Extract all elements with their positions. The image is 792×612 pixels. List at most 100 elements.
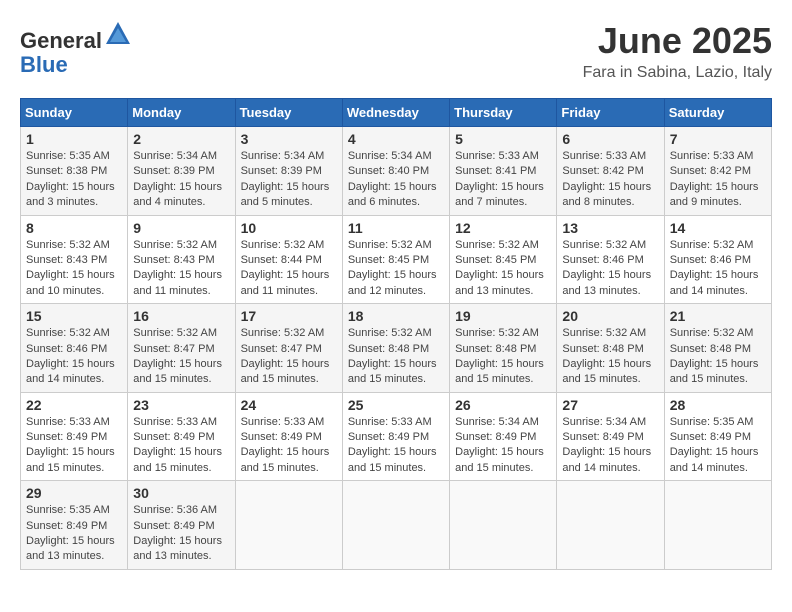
table-row: 24 Sunrise: 5:33 AMSunset: 8:49 PMDayligh…	[235, 392, 342, 481]
table-row: 18 Sunrise: 5:32 AMSunset: 8:48 PMDayligh…	[342, 304, 449, 393]
table-row: 21 Sunrise: 5:32 AMSunset: 8:48 PMDayligh…	[664, 304, 771, 393]
day-number: 18	[348, 308, 444, 324]
col-saturday: Saturday	[664, 99, 771, 127]
day-number: 7	[670, 131, 766, 147]
col-monday: Monday	[128, 99, 235, 127]
table-row: 15 Sunrise: 5:32 AMSunset: 8:46 PMDayligh…	[21, 304, 128, 393]
table-row: 23 Sunrise: 5:33 AMSunset: 8:49 PMDayligh…	[128, 392, 235, 481]
day-number: 16	[133, 308, 229, 324]
day-info: Sunrise: 5:34 AMSunset: 8:49 PMDaylight:…	[455, 415, 551, 477]
table-row: 14 Sunrise: 5:32 AMSunset: 8:46 PMDayligh…	[664, 215, 771, 304]
day-info: Sunrise: 5:34 AMSunset: 8:40 PMDaylight:…	[348, 149, 444, 211]
day-info: Sunrise: 5:33 AMSunset: 8:49 PMDaylight:…	[241, 415, 337, 477]
day-number: 12	[455, 220, 551, 236]
table-row: 8Sunrise: 5:32 AMSunset: 8:43 PMDaylight…	[21, 215, 128, 304]
col-thursday: Thursday	[450, 99, 557, 127]
day-number: 1	[26, 131, 122, 147]
day-info: Sunrise: 5:34 AMSunset: 8:49 PMDaylight:…	[562, 415, 658, 477]
table-row: 7 Sunrise: 5:33 AMSunset: 8:42 PMDaylight…	[664, 127, 771, 216]
day-number: 25	[348, 397, 444, 413]
day-info: Sunrise: 5:32 AMSunset: 8:46 PMDaylight:…	[670, 238, 766, 300]
logo: General Blue	[20, 20, 132, 77]
col-friday: Friday	[557, 99, 664, 127]
col-tuesday: Tuesday	[235, 99, 342, 127]
col-sunday: Sunday	[21, 99, 128, 127]
calendar-week-row: 1 Sunrise: 5:35 AMSunset: 8:38 PMDaylight…	[21, 127, 772, 216]
day-info: Sunrise: 5:32 AMSunset: 8:48 PMDaylight:…	[670, 326, 766, 388]
logo-blue-text: Blue	[20, 52, 68, 77]
calendar-week-row: 22Sunrise: 5:33 AMSunset: 8:49 PMDayligh…	[21, 392, 772, 481]
table-row	[557, 481, 664, 570]
day-number: 5	[455, 131, 551, 147]
table-row	[342, 481, 449, 570]
table-row: 4Sunrise: 5:34 AMSunset: 8:40 PMDaylight…	[342, 127, 449, 216]
table-row: 20 Sunrise: 5:32 AMSunset: 8:48 PMDayligh…	[557, 304, 664, 393]
table-row: 11 Sunrise: 5:32 AMSunset: 8:45 PMDayligh…	[342, 215, 449, 304]
day-info: Sunrise: 5:35 AMSunset: 8:38 PMDaylight:…	[26, 149, 122, 211]
day-info: Sunrise: 5:34 AMSunset: 8:39 PMDaylight:…	[241, 149, 337, 211]
title-block: June 2025 Fara in Sabina, Lazio, Italy	[583, 20, 772, 82]
col-wednesday: Wednesday	[342, 99, 449, 127]
day-number: 10	[241, 220, 337, 236]
calendar-week-row: 8 Sunrise: 5:32 AMSunset: 8:43 PMDaylight…	[21, 215, 772, 304]
table-row: 5 Sunrise: 5:33 AMSunset: 8:41 PMDaylight…	[450, 127, 557, 216]
table-row: 13Sunrise: 5:32 AMSunset: 8:46 PMDayligh…	[557, 215, 664, 304]
calendar-week-row: 29 Sunrise: 5:35 AMSunset: 8:49 PMDayligh…	[21, 481, 772, 570]
table-row: 12 Sunrise: 5:32 AMSunset: 8:45 PMDayligh…	[450, 215, 557, 304]
day-info: Sunrise: 5:33 AMSunset: 8:41 PMDaylight:…	[455, 149, 551, 211]
day-info: Sunrise: 5:35 AMSunset: 8:49 PMDaylight:…	[26, 503, 122, 565]
day-info: Sunrise: 5:33 AMSunset: 8:49 PMDaylight:…	[26, 415, 122, 477]
table-row: 17Sunrise: 5:32 AMSunset: 8:47 PMDayligh…	[235, 304, 342, 393]
day-number: 17	[241, 308, 337, 324]
day-number: 13	[562, 220, 658, 236]
day-info: Sunrise: 5:33 AMSunset: 8:42 PMDaylight:…	[562, 149, 658, 211]
table-row: 3 Sunrise: 5:34 AMSunset: 8:39 PMDaylight…	[235, 127, 342, 216]
day-number: 9	[133, 220, 229, 236]
day-info: Sunrise: 5:32 AMSunset: 8:45 PMDaylight:…	[455, 238, 551, 300]
table-row: 27 Sunrise: 5:34 AMSunset: 8:49 PMDayligh…	[557, 392, 664, 481]
day-number: 19	[455, 308, 551, 324]
day-number: 27	[562, 397, 658, 413]
day-info: Sunrise: 5:32 AMSunset: 8:46 PMDaylight:…	[26, 326, 122, 388]
day-number: 23	[133, 397, 229, 413]
day-info: Sunrise: 5:32 AMSunset: 8:48 PMDaylight:…	[348, 326, 444, 388]
table-row: 28 Sunrise: 5:35 AMSunset: 8:49 PMDayligh…	[664, 392, 771, 481]
table-row: 25Sunrise: 5:33 AMSunset: 8:49 PMDayligh…	[342, 392, 449, 481]
day-number: 24	[241, 397, 337, 413]
day-number: 6	[562, 131, 658, 147]
calendar-table: Sunday Monday Tuesday Wednesday Thursday…	[20, 98, 772, 570]
day-info: Sunrise: 5:34 AMSunset: 8:39 PMDaylight:…	[133, 149, 229, 211]
day-info: Sunrise: 5:32 AMSunset: 8:45 PMDaylight:…	[348, 238, 444, 300]
day-number: 26	[455, 397, 551, 413]
table-row: 2 Sunrise: 5:34 AMSunset: 8:39 PMDaylight…	[128, 127, 235, 216]
day-number: 14	[670, 220, 766, 236]
day-number: 28	[670, 397, 766, 413]
day-number: 21	[670, 308, 766, 324]
day-info: Sunrise: 5:32 AMSunset: 8:43 PMDaylight:…	[133, 238, 229, 300]
day-info: Sunrise: 5:32 AMSunset: 8:47 PMDaylight:…	[133, 326, 229, 388]
calendar-title: June 2025	[583, 20, 772, 62]
table-row: 22Sunrise: 5:33 AMSunset: 8:49 PMDayligh…	[21, 392, 128, 481]
day-number: 2	[133, 131, 229, 147]
day-number: 20	[562, 308, 658, 324]
calendar-week-row: 15 Sunrise: 5:32 AMSunset: 8:46 PMDayligh…	[21, 304, 772, 393]
calendar-subtitle: Fara in Sabina, Lazio, Italy	[583, 64, 772, 82]
table-row	[664, 481, 771, 570]
calendar-header-row: Sunday Monday Tuesday Wednesday Thursday…	[21, 99, 772, 127]
day-number: 3	[241, 131, 337, 147]
day-number: 11	[348, 220, 444, 236]
day-info: Sunrise: 5:35 AMSunset: 8:49 PMDaylight:…	[670, 415, 766, 477]
page-header: General Blue June 2025 Fara in Sabina, L…	[20, 20, 772, 82]
table-row: 9 Sunrise: 5:32 AMSunset: 8:43 PMDaylight…	[128, 215, 235, 304]
table-row	[235, 481, 342, 570]
table-row: 10Sunrise: 5:32 AMSunset: 8:44 PMDayligh…	[235, 215, 342, 304]
day-number: 29	[26, 485, 122, 501]
table-row	[450, 481, 557, 570]
table-row: 1 Sunrise: 5:35 AMSunset: 8:38 PMDaylight…	[21, 127, 128, 216]
table-row: 6 Sunrise: 5:33 AMSunset: 8:42 PMDaylight…	[557, 127, 664, 216]
day-info: Sunrise: 5:33 AMSunset: 8:49 PMDaylight:…	[133, 415, 229, 477]
day-info: Sunrise: 5:33 AMSunset: 8:42 PMDaylight:…	[670, 149, 766, 211]
day-info: Sunrise: 5:32 AMSunset: 8:48 PMDaylight:…	[562, 326, 658, 388]
day-number: 15	[26, 308, 122, 324]
day-number: 8	[26, 220, 122, 236]
